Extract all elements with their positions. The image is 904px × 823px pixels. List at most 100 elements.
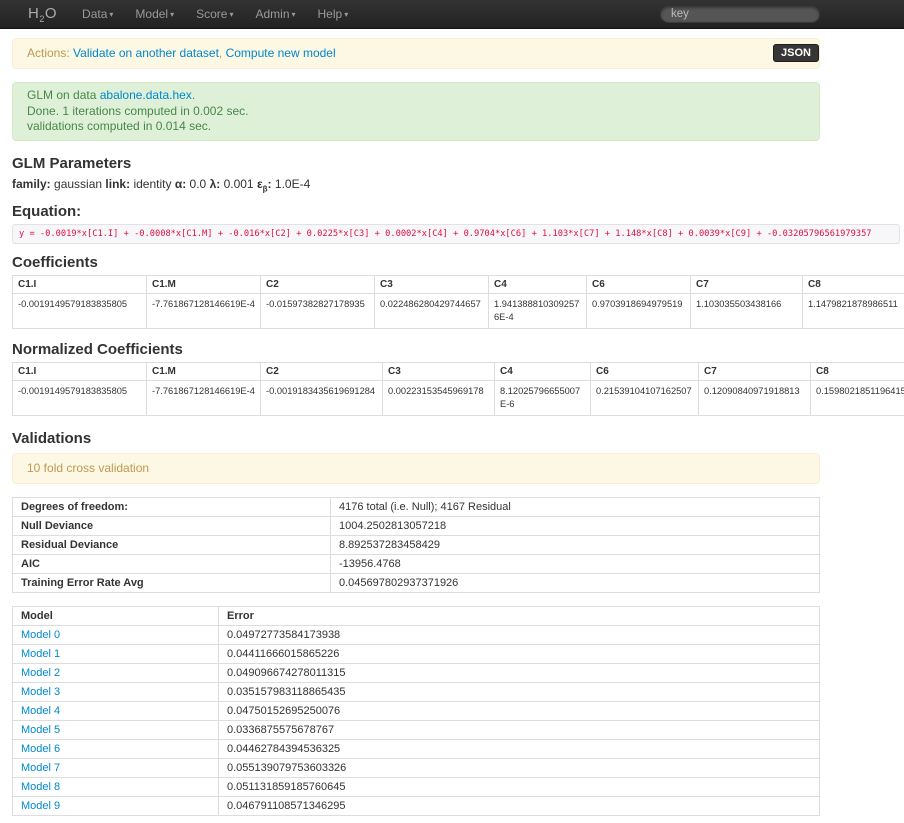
nav-item-data: Data▾: [71, 0, 124, 28]
nav-menu: Data▾Model▾Score▾Admin▾Help▾: [71, 0, 359, 28]
coef-col-header: C1.M: [147, 275, 261, 293]
model-cell: Model 9: [13, 796, 219, 815]
stat-value: -13956.4768: [331, 554, 820, 573]
model-link-6[interactable]: Model 6: [21, 743, 60, 755]
status-line-2: Done. 1 iterations computed in 0.002 sec…: [27, 104, 805, 120]
coef-value-cell: 8.12025796655007E-6: [495, 380, 591, 415]
model-cell: Model 3: [13, 682, 219, 701]
param-label-subscript: β: [263, 184, 268, 193]
model-error-cell: 0.046791108571346295: [219, 796, 820, 815]
model-link-9[interactable]: Model 9: [21, 800, 60, 812]
stats-body: Degrees of freedom:4176 total (i.e. Null…: [13, 497, 820, 592]
model-cell: Model 1: [13, 644, 219, 663]
table-row: Training Error Rate Avg0.045697802937371…: [13, 573, 820, 592]
coef-col-header: C6: [587, 275, 691, 293]
table-row: Model 30.035157983118865435: [13, 682, 820, 701]
nav-item-admin: Admin▾: [244, 0, 306, 28]
coef-header-row: C1.IC1.MC2C3C4C6C7C8: [13, 275, 904, 293]
param-value: identity: [133, 177, 171, 191]
coef-value-row: -0.0019149579183835805-7.761867128146619…: [13, 380, 904, 415]
coef-value-cell: 0.12090840971918813: [699, 380, 811, 415]
coef-value-cell: -0.0019183435619691284: [261, 380, 383, 415]
param-label: α:: [175, 177, 186, 191]
menu-score[interactable]: Score▾: [185, 0, 244, 28]
h2o-logo[interactable]: H2O: [28, 5, 57, 24]
menu-label: Model: [135, 7, 168, 21]
coef-col-header: C1.I: [13, 275, 147, 293]
model-link-1[interactable]: Model 1: [21, 648, 60, 660]
status-line-1: GLM on data abalone.data.hex.: [27, 88, 805, 104]
status-box: GLM on data abalone.data.hex. Done. 1 it…: [12, 82, 820, 141]
coef-col-header: C4: [495, 362, 591, 380]
coefficients-table: C1.IC1.MC2C3C4C6C7C8-0.00191495791838358…: [12, 275, 904, 329]
coef-col-header: C6: [591, 362, 699, 380]
action-link-1[interactable]: Compute new model: [226, 46, 336, 60]
model-cell: Model 2: [13, 663, 219, 682]
coef-col-header: C3: [383, 362, 495, 380]
coef-value-cell: 0.9703918694979519: [587, 293, 691, 328]
equation-text: y = -0.0019*x[C1.I] + -0.0008*x[C1.M] + …: [12, 224, 900, 244]
coef-value-cell: 0.00223153545969178: [383, 380, 495, 415]
model-link-7[interactable]: Model 7: [21, 762, 60, 774]
table-row: Model 50.0336875575678767: [13, 720, 820, 739]
caret-down-icon: ▾: [170, 10, 174, 19]
model-cell: Model 5: [13, 720, 219, 739]
nav-item-score: Score▾: [185, 0, 244, 28]
caret-down-icon: ▾: [292, 10, 296, 19]
model-cell: Model 8: [13, 777, 219, 796]
coef-value-cell: -0.0019149579183835805: [13, 293, 147, 328]
model-link-5[interactable]: Model 5: [21, 724, 60, 736]
table-row: Model 8 0.051131859185760645: [13, 777, 820, 796]
models-head: ModelError: [13, 606, 820, 625]
dataset-link[interactable]: abalone.data.hex: [100, 88, 192, 102]
coef-value-cell: 0.21539104107162507: [591, 380, 699, 415]
model-error-cell: 0.04462784394536325: [219, 739, 820, 758]
model-cell: Model 7: [13, 758, 219, 777]
stat-label: AIC: [13, 554, 331, 573]
model-link-3[interactable]: Model 3: [21, 686, 60, 698]
stat-label: Training Error Rate Avg: [13, 573, 331, 592]
model-error-cell: 0.04750152695250076: [219, 701, 820, 720]
coef-col-header: C4: [489, 275, 587, 293]
stat-label: Degrees of freedom:: [13, 497, 331, 516]
actions-bar-wrap: Actions: Validate on another dataset, Co…: [12, 38, 820, 69]
model-link-2[interactable]: Model 2: [21, 667, 60, 679]
menu-data[interactable]: Data▾: [71, 0, 124, 28]
coef-value-cell: -7.761867128146619E-4: [147, 380, 261, 415]
table-row: Model 00.04972773584173938: [13, 625, 820, 644]
coef-col-header: C2: [261, 275, 375, 293]
model-cell: Model 6: [13, 739, 219, 758]
coef-value-cell: 0.1598021851196415: [811, 380, 904, 415]
models-header-row: ModelError: [13, 606, 820, 625]
coef-value-cell: 1.1479821878986511: [803, 293, 904, 328]
models-col-header: Error: [219, 606, 820, 625]
action-link-0[interactable]: Validate on another dataset: [73, 46, 219, 60]
main-content: Actions: Validate on another dataset, Co…: [12, 38, 904, 816]
glm-parameters-heading: GLM Parameters: [12, 155, 904, 172]
coefficients-table-clip: C1.IC1.MC2C3C4C6C7C8-0.00191495791838358…: [12, 275, 904, 329]
model-error-cell: 0.051131859185760645: [219, 777, 820, 796]
stat-label: Residual Deviance: [13, 535, 331, 554]
model-link-8[interactable]: Model 8: [21, 781, 60, 793]
stat-value: 0.045697802937371926: [331, 573, 820, 592]
stat-value: 8.892537283458429: [331, 535, 820, 554]
menu-label: Admin: [255, 7, 289, 21]
table-row: Model 6 0.04462784394536325: [13, 739, 820, 758]
model-error-cell: 0.04411666015865226: [219, 644, 820, 663]
normalized-coefficients-heading: Normalized Coefficients: [12, 341, 904, 358]
param-value: 1.0E-4: [275, 177, 310, 191]
json-button[interactable]: JSON: [773, 44, 819, 62]
menu-help[interactable]: Help▾: [307, 0, 360, 28]
coef-value-cell: -0.01597382827178935: [261, 293, 375, 328]
model-link-4[interactable]: Model 4: [21, 705, 60, 717]
search-input[interactable]: [660, 6, 820, 23]
menu-model[interactable]: Model▾: [124, 0, 185, 28]
cross-validation-note: 10 fold cross validation: [12, 453, 820, 484]
param-value: 0.001: [224, 177, 254, 191]
coef-value-cell: 1.9413888103092576E-4: [489, 293, 587, 328]
model-link-0[interactable]: Model 0: [21, 629, 60, 641]
caret-down-icon: ▾: [109, 10, 113, 19]
menu-admin[interactable]: Admin▾: [244, 0, 306, 28]
h2o-logo-subscript: 2: [39, 14, 45, 24]
caret-down-icon: ▾: [344, 10, 348, 19]
